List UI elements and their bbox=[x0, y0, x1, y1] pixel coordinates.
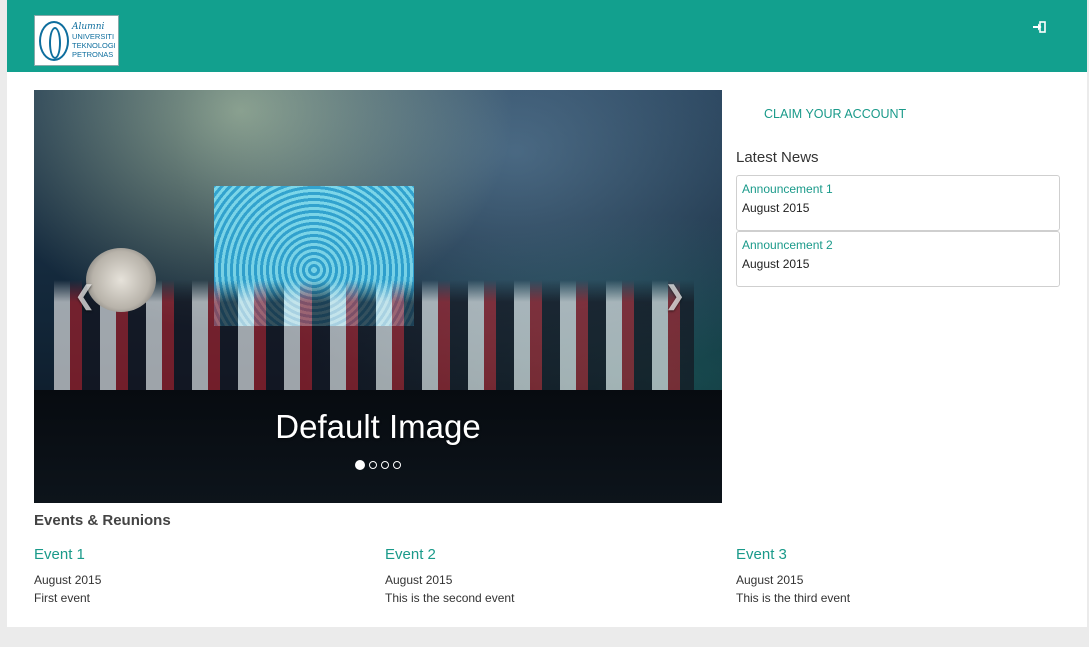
top-navbar: Alumni UNIVERSITI TEKNOLOGI PETRONAS bbox=[7, 0, 1087, 72]
logo-line-4: PETRONAS bbox=[72, 49, 114, 59]
event-card: Event 2 August 2015 This is the second e… bbox=[385, 546, 705, 605]
news-item-date: August 2015 bbox=[742, 257, 810, 271]
stage-floor bbox=[34, 390, 722, 503]
carousel-caption: Default Image bbox=[275, 408, 481, 445]
event-title[interactable]: Event 1 bbox=[34, 546, 354, 563]
event-date: August 2015 bbox=[385, 573, 453, 587]
event-card: Event 1 August 2015 First event bbox=[34, 546, 354, 605]
logo-line-3: TEKNOLOGI bbox=[72, 40, 116, 50]
events-heading: Events & Reunions bbox=[34, 512, 171, 529]
news-item-title[interactable]: Announcement 2 bbox=[742, 238, 1054, 252]
event-description: First event bbox=[34, 591, 91, 605]
event-description: This is the second event bbox=[385, 591, 515, 605]
news-item: Announcement 2 August 2015 bbox=[736, 231, 1060, 287]
carousel-indicator-4[interactable] bbox=[393, 461, 401, 469]
event-title[interactable]: Event 3 bbox=[736, 546, 1056, 563]
carousel-indicator-3[interactable] bbox=[381, 461, 389, 469]
event-title[interactable]: Event 2 bbox=[385, 546, 705, 563]
news-item-title[interactable]: Announcement 1 bbox=[742, 182, 1054, 196]
chevron-right-icon[interactable]: ❯ bbox=[664, 280, 686, 311]
carousel-indicator-1[interactable] bbox=[355, 460, 365, 470]
logo-line-1: Alumni bbox=[72, 21, 105, 32]
image-carousel: ❮ ❯ Default Image bbox=[34, 90, 722, 503]
carousel-indicators bbox=[34, 460, 722, 470]
event-description: This is the third event bbox=[736, 591, 851, 605]
event-date: August 2015 bbox=[34, 573, 102, 587]
event-card: Event 3 August 2015 This is the third ev… bbox=[736, 546, 1056, 605]
sign-in-icon[interactable] bbox=[1032, 20, 1048, 34]
bass-drum bbox=[86, 248, 156, 312]
utp-emblem-icon bbox=[39, 20, 69, 61]
event-date: August 2015 bbox=[736, 573, 804, 587]
page: Alumni UNIVERSITI TEKNOLOGI PETRONAS ❮ ❯… bbox=[7, 0, 1087, 627]
latest-news-heading: Latest News bbox=[736, 149, 819, 166]
claim-account-link[interactable]: CLAIM YOUR ACCOUNT bbox=[764, 107, 906, 121]
chevron-left-icon[interactable]: ❮ bbox=[74, 280, 96, 311]
alumni-utp-logo[interactable]: Alumni UNIVERSITI TEKNOLOGI PETRONAS bbox=[34, 15, 119, 66]
news-item: Announcement 1 August 2015 bbox=[736, 175, 1060, 231]
carousel-indicator-2[interactable] bbox=[369, 461, 377, 469]
logo-line-2: UNIVERSITI bbox=[72, 31, 115, 41]
news-item-date: August 2015 bbox=[742, 201, 810, 215]
